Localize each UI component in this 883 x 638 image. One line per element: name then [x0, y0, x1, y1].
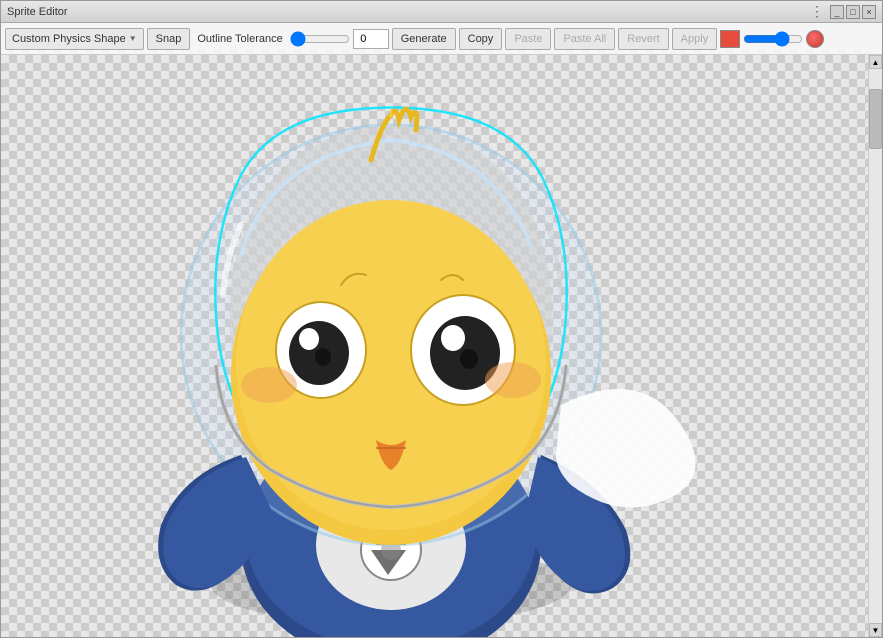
snap-label: Snap — [156, 33, 182, 45]
title-bar: Sprite Editor ⋮ _ □ × — [1, 1, 882, 23]
scroll-up-arrow[interactable]: ▲ — [869, 55, 882, 69]
alpha-slider[interactable] — [743, 32, 803, 46]
dropdown-arrow-icon: ▼ — [129, 34, 137, 43]
tolerance-slider-container — [290, 32, 350, 46]
revert-button[interactable]: Revert — [618, 28, 668, 50]
tolerance-slider[interactable] — [290, 32, 350, 46]
snap-button[interactable]: Snap — [147, 28, 191, 50]
title-bar-controls: ⋮ _ □ × — [806, 3, 876, 20]
paste-all-button[interactable]: Paste All — [554, 28, 615, 50]
maximize-button[interactable]: □ — [846, 5, 860, 19]
scroll-down-arrow[interactable]: ▼ — [869, 623, 882, 637]
paste-button[interactable]: Paste — [505, 28, 551, 50]
paste-all-label: Paste All — [563, 33, 606, 45]
sprite-canvas[interactable] — [1, 55, 882, 637]
copy-label: Copy — [468, 33, 494, 45]
scrollbar-thumb[interactable] — [869, 89, 882, 149]
revert-label: Revert — [627, 33, 659, 45]
color-picker-rect[interactable] — [720, 30, 740, 48]
dots-menu-icon[interactable]: ⋮ — [806, 3, 828, 20]
minimize-button[interactable]: _ — [830, 5, 844, 19]
generate-label: Generate — [401, 33, 447, 45]
apply-button[interactable]: Apply — [672, 28, 718, 50]
title-bar-left: Sprite Editor — [7, 6, 68, 18]
tolerance-value-input[interactable] — [353, 29, 389, 49]
sprite-editor-window: Sprite Editor ⋮ _ □ × Custom Physics Sha… — [0, 0, 883, 638]
generate-button[interactable]: Generate — [392, 28, 456, 50]
paste-label: Paste — [514, 33, 542, 45]
apply-label: Apply — [681, 33, 709, 45]
window-title: Sprite Editor — [7, 6, 68, 18]
custom-physics-shape-label: Custom Physics Shape — [12, 33, 126, 45]
vertical-scrollbar[interactable]: ▲ ▼ — [868, 55, 882, 637]
color-circle-button[interactable] — [806, 30, 824, 48]
outline-tolerance-label: Outline Tolerance — [193, 33, 286, 45]
close-button[interactable]: × — [862, 5, 876, 19]
copy-button[interactable]: Copy — [459, 28, 503, 50]
toolbar: Custom Physics Shape ▼ Snap Outline Tole… — [1, 23, 882, 55]
alpha-slider-container — [743, 32, 803, 46]
checkerboard-background: ▲ ▼ — [1, 55, 882, 637]
custom-physics-shape-dropdown[interactable]: Custom Physics Shape ▼ — [5, 28, 144, 50]
canvas-area[interactable]: ▲ ▼ — [1, 55, 882, 637]
